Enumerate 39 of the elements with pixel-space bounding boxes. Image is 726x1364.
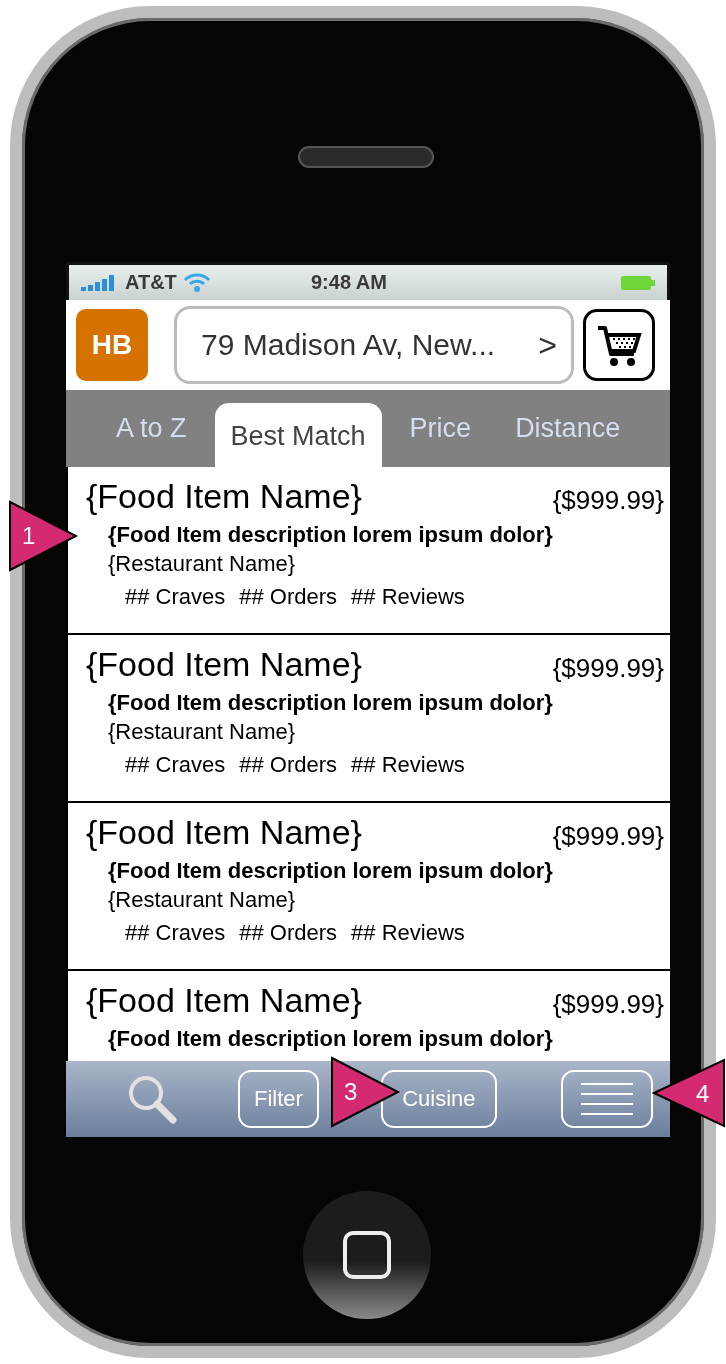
food-item-price: {$999.99} [552,485,664,516]
callout-marker: 4 [652,1058,726,1130]
food-item-description: {Food Item description lorem ipsum dolor} [108,522,554,548]
food-item-name: {Food Item Name} [86,981,362,1020]
menu-lines-icon [580,1082,633,1116]
food-item-price: {$999.99} [552,989,664,1020]
cart-button[interactable] [583,309,655,381]
item-stat: ## Craves [125,920,226,946]
search-icon [126,1073,178,1125]
food-item-description: {Food Item description lorem ipsum dolor} [108,1026,554,1052]
food-item-description: {Food Item description lorem ipsum dolor} [108,858,554,884]
item-stat: ## Craves [125,584,226,610]
menu-button[interactable] [560,1070,653,1128]
food-list-item[interactable]: {Food Item Name} {$999.99} {Food Item description lorem ipsum dolor} {Restaurant Name} ## Craves ## Orders ## Reviews [68,803,670,971]
address-field[interactable]: 79 Madison Av, New... > [174,306,574,384]
item-stat: ## Reviews [351,752,465,778]
food-item-price: {$999.99} [552,821,664,852]
food-item-name: {Food Item Name} [86,477,362,516]
food-item-price: {$999.99} [552,653,664,684]
restaurant-name: {Restaurant Name} [108,887,297,913]
item-stat: ## Orders [239,920,338,946]
item-stat: ## Reviews [351,584,465,610]
item-stat: ## Craves [125,752,226,778]
sort-tab[interactable]: Best Match [214,403,382,467]
item-stat: ## Orders [239,584,338,610]
battery-icon [621,275,655,290]
wifi-icon [182,272,211,293]
food-item-description: {Food Item description lorem ipsum dolor} [108,690,554,716]
food-item-name: {Food Item Name} [86,813,362,852]
search-button[interactable] [126,1073,178,1125]
item-stat: ## Reviews [351,920,465,946]
restaurant-name: {Restaurant Name} [108,719,297,745]
restaurant-name: {Restaurant Name} [108,551,297,577]
food-item-name: {Food Item Name} [86,645,362,684]
food-list-item[interactable]: {Food Item Name} {$999.99} {Food Item description lorem ipsum dolor} {Restaurant Name} ## Craves ## Orders ## Reviews [68,635,670,803]
food-list-item[interactable]: {Food Item Name} {$999.99} {Food Item description lorem ipsum dolor} {Restaurant Name} ## Craves ## Orders ## Reviews [68,467,670,635]
carrier-label: AT&T [125,271,177,294]
item-stat: ## Orders [239,752,338,778]
status-time: 9:48 AM [311,271,388,294]
